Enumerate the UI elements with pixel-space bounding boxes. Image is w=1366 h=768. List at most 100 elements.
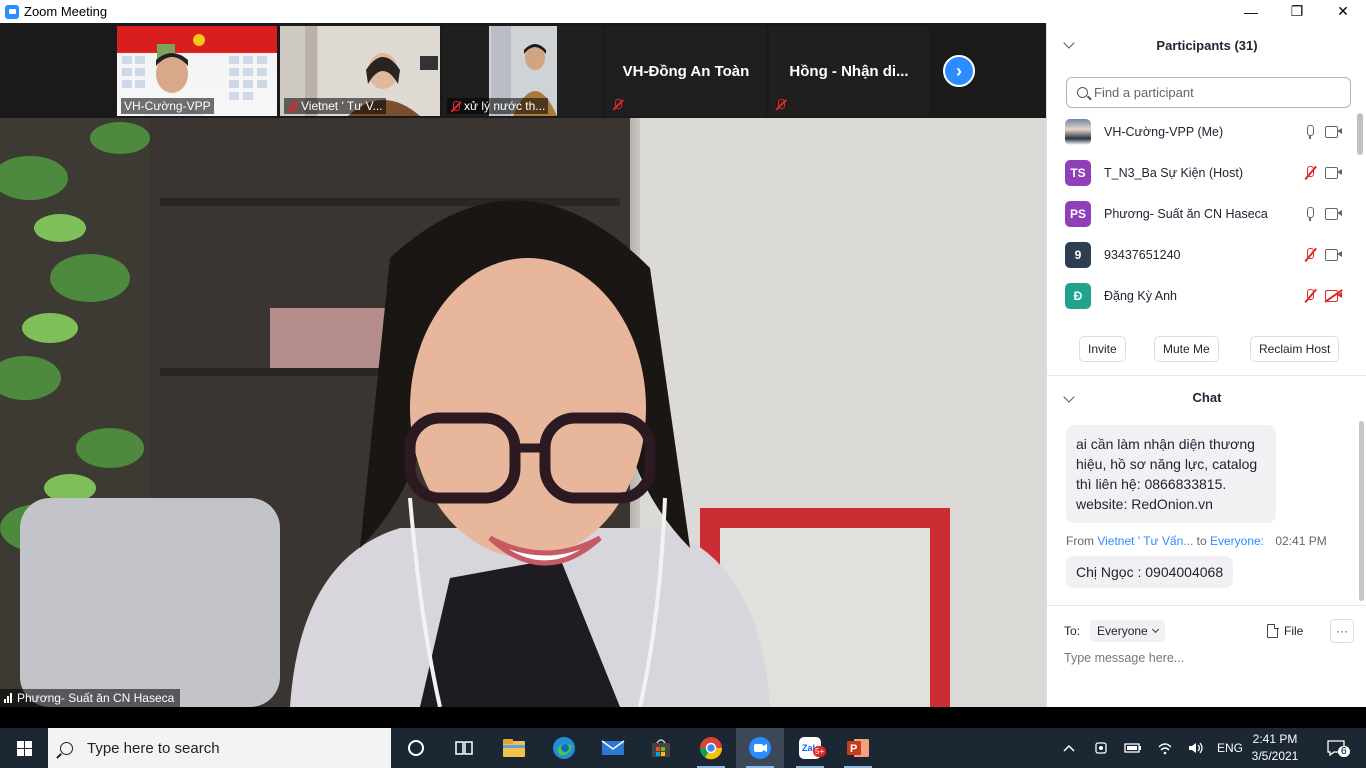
- recipient-select[interactable]: Everyone: [1090, 620, 1165, 642]
- mute-me-button[interactable]: Mute Me: [1154, 336, 1219, 362]
- avatar: 9: [1065, 241, 1091, 268]
- chat-header: Chat: [1047, 376, 1366, 419]
- edge-browser-icon[interactable]: [540, 728, 588, 768]
- video-thumbnail[interactable]: xử lý nước th...: [443, 26, 603, 116]
- chat-message-meta: From Vietnet ' Tư Vấn... to Everyone: 02…: [1066, 534, 1327, 548]
- next-page-arrow-icon[interactable]: ›: [943, 55, 975, 87]
- clock-date: 3/5/2021: [1251, 749, 1299, 763]
- participant-search[interactable]: [1066, 77, 1351, 108]
- chrome-icon[interactable]: [687, 728, 735, 768]
- mail-icon[interactable]: [589, 728, 637, 768]
- mic-icon[interactable]: [1303, 124, 1317, 140]
- speaker-name: Phương- Suất ăn CN Haseca: [17, 691, 175, 705]
- chevron-down-icon: [1151, 625, 1159, 634]
- store-icon[interactable]: [637, 728, 685, 768]
- windows-logo-icon: [16, 740, 32, 756]
- close-button[interactable]: ✕: [1320, 0, 1366, 23]
- avatar: PS: [1065, 200, 1091, 227]
- participant-name: VH-Cường-VPP (Me): [1104, 124, 1224, 139]
- battery-icon[interactable]: [1122, 728, 1144, 768]
- side-panel: Participants (31) VH-Cường-VPP (Me) TS T…: [1046, 23, 1366, 707]
- thumbnail-name: Hồng - Nhận di...: [789, 62, 909, 80]
- collapse-chevron-icon[interactable]: [1063, 391, 1075, 403]
- video-thumbnail[interactable]: VH-Cường-VPP: [117, 26, 277, 116]
- title-bar: Zoom Meeting — ❐ ✕: [0, 0, 1366, 23]
- participant-name: Đặng Kỳ Anh: [1104, 288, 1177, 303]
- participant-row[interactable]: VH-Cường-VPP (Me): [1047, 111, 1357, 152]
- participant-row[interactable]: TS T_N3_Ba Sự Kiện (Host): [1047, 152, 1357, 193]
- video-thumbnail[interactable]: Hồng - Nhận di...: [769, 26, 929, 116]
- chat-message-input[interactable]: [1064, 647, 1354, 669]
- zalo-icon[interactable]: Zalo 5+: [786, 728, 834, 768]
- mic-muted-icon[interactable]: [1303, 165, 1317, 181]
- video-thumbnail[interactable]: VH-Đồng An Toàn: [606, 26, 766, 116]
- participant-row[interactable]: Đ Đặng Kỳ Anh: [1047, 275, 1357, 316]
- system-clock[interactable]: 2:41 PM 3/5/2021: [1244, 731, 1306, 765]
- participant-name: T_N3_Ba Sự Kiện (Host): [1104, 165, 1243, 180]
- show-hidden-icons-chevron-icon[interactable]: [1058, 728, 1080, 768]
- chat-title: Chat: [1192, 390, 1222, 405]
- mic-muted-icon: [775, 99, 786, 110]
- participant-row[interactable]: 9 93437651240: [1047, 234, 1357, 275]
- participant-video-strip: VH-Cường-VPP Vietnet ' Tư V... xử lý nướ…: [0, 23, 1046, 118]
- message-time: 02:41 PM: [1275, 534, 1327, 548]
- video-thumbnail[interactable]: Vietnet ' Tư V...: [280, 26, 440, 116]
- volume-icon[interactable]: [1185, 728, 1207, 768]
- more-options-button[interactable]: ···: [1330, 619, 1354, 643]
- maximize-button[interactable]: ❐: [1274, 0, 1320, 23]
- mic-muted-icon[interactable]: [1303, 288, 1317, 304]
- speaker-name-label: Phương- Suất ăn CN Haseca: [0, 689, 181, 707]
- participants-title: Participants (31): [1156, 38, 1258, 53]
- thumbnail-name: VH-Đồng An Toàn: [622, 62, 750, 80]
- video-camera-icon[interactable]: [1325, 126, 1342, 138]
- participant-search-input[interactable]: [1094, 85, 1334, 100]
- chat-scrollbar[interactable]: [1359, 421, 1364, 601]
- participant-name: Phương- Suất ăn CN Haseca: [1104, 206, 1268, 221]
- notification-center-icon[interactable]: 6: [1318, 728, 1354, 768]
- zoom-taskbar-icon[interactable]: [736, 728, 784, 768]
- mic-muted-icon: [450, 100, 461, 112]
- participant-row[interactable]: PS Phương- Suất ăn CN Haseca: [1047, 193, 1357, 234]
- participant-list-scrollbar[interactable]: [1357, 113, 1363, 155]
- start-button[interactable]: [0, 728, 48, 768]
- reclaim-host-button[interactable]: Reclaim Host: [1250, 336, 1340, 362]
- file-icon: [1267, 623, 1279, 638]
- chat-recipient-row: To: Everyone File ···: [1064, 619, 1354, 643]
- chat-message: Chị Ngọc : 0904004068: [1066, 556, 1234, 588]
- mic-icon[interactable]: [1303, 206, 1317, 222]
- notification-badge: 5+: [813, 746, 827, 757]
- collapse-chevron-icon[interactable]: [1063, 37, 1075, 49]
- notification-count: 6: [1338, 746, 1350, 757]
- chat-message: ai cần làm nhận diện thương hiệu, hồ sơ …: [1066, 425, 1276, 523]
- file-explorer-icon[interactable]: [490, 728, 538, 768]
- avatar: [1065, 118, 1091, 145]
- powerpoint-icon[interactable]: P: [834, 728, 882, 768]
- minimize-button[interactable]: —: [1228, 0, 1274, 23]
- svg-text:P: P: [850, 743, 857, 755]
- thumbnail-name: Vietnet ' Tư V...: [284, 98, 386, 114]
- meet-now-icon[interactable]: [1090, 728, 1112, 768]
- taskbar-search[interactable]: [48, 728, 391, 768]
- video-camera-icon[interactable]: [1325, 208, 1342, 220]
- wifi-icon[interactable]: [1154, 728, 1176, 768]
- thumbnail-name: VH-Cường-VPP: [121, 98, 214, 114]
- search-icon: [60, 741, 73, 755]
- thumbnail-name: xử lý nước th...: [447, 98, 549, 114]
- search-icon: [1077, 87, 1088, 98]
- file-button[interactable]: File: [1267, 619, 1303, 643]
- participant-actions: Invite Mute Me Reclaim Host: [1047, 336, 1366, 364]
- window-title: Zoom Meeting: [24, 4, 108, 19]
- video-camera-icon[interactable]: [1325, 167, 1342, 179]
- video-off-icon[interactable]: [1324, 289, 1343, 303]
- invite-button[interactable]: Invite: [1079, 336, 1126, 362]
- task-view-icon[interactable]: [440, 728, 488, 768]
- recipient-link[interactable]: Everyone:: [1210, 534, 1264, 548]
- video-camera-icon[interactable]: [1325, 249, 1342, 261]
- mic-muted-icon: [287, 100, 298, 112]
- taskbar-search-input[interactable]: [87, 739, 377, 757]
- cortana-icon[interactable]: [392, 728, 440, 768]
- avatar: Đ: [1065, 282, 1091, 309]
- sender-link[interactable]: Vietnet ' Tư Vấn...: [1097, 534, 1193, 548]
- mic-muted-icon[interactable]: [1303, 247, 1317, 263]
- language-indicator[interactable]: ENG: [1212, 728, 1248, 768]
